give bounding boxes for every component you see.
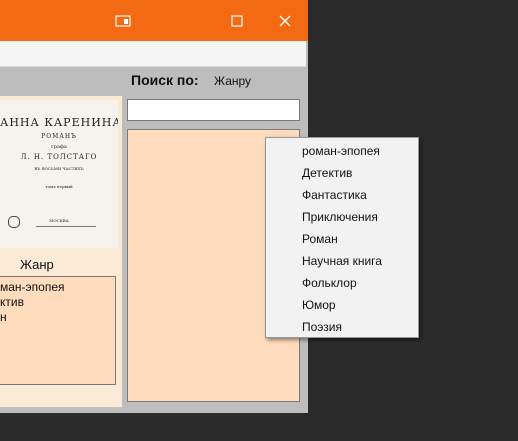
cover-line-7: МОСКВА bbox=[49, 218, 69, 223]
cover-line-6: томъ первый bbox=[45, 184, 73, 189]
book-cover-image: АННА КАРЕНИНА РОМАНЪ графа Л. Н. ТОЛСТАГ… bbox=[0, 100, 118, 248]
snap-layout-icon bbox=[115, 14, 131, 27]
title-bar[interactable] bbox=[0, 0, 308, 41]
genre-dropdown-menu: роман-эпопея Детектив Фантастика Приключ… bbox=[265, 137, 419, 338]
cover-rule bbox=[36, 226, 96, 227]
dropdown-item-science-book[interactable]: Научная книга bbox=[267, 250, 417, 272]
cover-line-5: ВЪ ВОСЬМИ ЧАСТЯХЪ bbox=[34, 166, 84, 171]
search-criterion[interactable]: Жанру bbox=[214, 74, 251, 88]
dropdown-item-humor[interactable]: Юмор bbox=[267, 294, 417, 316]
genre-list-item[interactable]: ман-эпопея bbox=[0, 280, 65, 294]
genre-list-item[interactable]: н bbox=[0, 310, 7, 324]
maximize-icon bbox=[231, 14, 243, 27]
cover-author: Л. Н. ТОЛСТАГО bbox=[20, 153, 98, 161]
maximize-button[interactable] bbox=[214, 0, 260, 41]
dropdown-item-folklore[interactable]: Фольклор bbox=[267, 272, 417, 294]
dropdown-item-fantasy[interactable]: Фантастика bbox=[267, 184, 417, 206]
search-input[interactable] bbox=[127, 99, 300, 121]
dropdown-item-roman-epopeya[interactable]: роман-эпопея bbox=[267, 140, 417, 162]
genre-list[interactable]: ман-эпопея ктив н bbox=[0, 276, 116, 385]
cover-subtitle: РОМАНЪ bbox=[41, 133, 77, 140]
search-by-label: Поиск по: bbox=[131, 72, 199, 88]
dropdown-item-novel[interactable]: Роман bbox=[267, 228, 417, 250]
genre-list-item[interactable]: ктив bbox=[0, 295, 24, 309]
genre-caption: Жанр bbox=[20, 257, 54, 272]
dropdown-item-adventure[interactable]: Приключения bbox=[267, 206, 417, 228]
cover-title: АННА КАРЕНИНА bbox=[0, 116, 118, 129]
close-icon bbox=[279, 15, 291, 26]
snap-layout-button[interactable] bbox=[100, 0, 146, 41]
dropdown-item-poetry[interactable]: Поэзия bbox=[267, 316, 417, 338]
menu-bar bbox=[0, 41, 306, 67]
cover-line-3: графа bbox=[51, 144, 67, 150]
dropdown-item-detective[interactable]: Детектив bbox=[267, 162, 417, 184]
close-button[interactable] bbox=[262, 0, 308, 41]
